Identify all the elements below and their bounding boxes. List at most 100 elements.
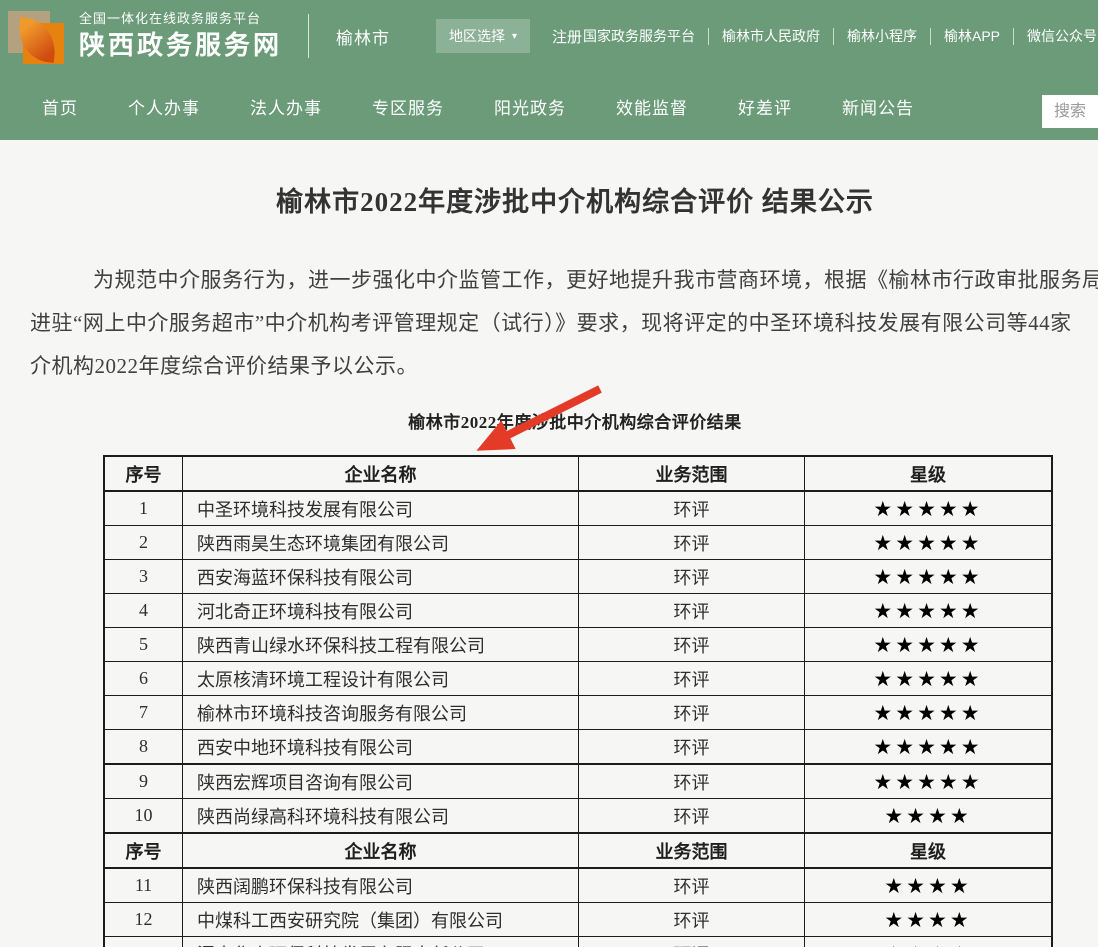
table-row: 8西安中地环境科技有限公司环评★★★★★ [104,730,1052,765]
business-scope: 环评 [579,696,805,730]
company-name: 陕西阔鹏环保科技有限公司 [183,868,579,903]
column-header: 业务范围 [579,833,805,868]
nav-item[interactable]: 个人办事 [128,94,200,119]
paragraph-line: 为规范中介服务行为，进一步强化中介监管工作，更好地提升我市营商环境，根据《榆林市… [30,259,1098,302]
star-rating: ★★★★★ [805,662,1053,696]
site-name: 陕西政务服务网 [79,29,282,62]
no: 3 [104,560,183,594]
page: 全国一体化在线政务服务平台 陕西政务服务网 榆林市 地区选择 ▾ 国家政务服务平… [0,0,1098,947]
nav-item[interactable]: 新闻公告 [842,94,914,119]
region-select-button[interactable]: 地区选择 ▾ [436,19,530,53]
search-input[interactable] [1042,95,1098,128]
top-link[interactable]: 榆林APP [931,26,1013,46]
business-scope: 环评 [579,662,805,696]
table-row: 1中圣环境科技发展有限公司环评★★★★★ [104,491,1052,526]
nav-item[interactable]: 好差评 [738,94,792,119]
current-city-label: 榆林市 [336,24,390,49]
company-name: 中圣环境科技发展有限公司 [183,491,579,526]
star-rating: ★★★★★ [805,526,1053,560]
company-name: 西安海蓝环保科技有限公司 [183,560,579,594]
no: 13 [104,937,183,947]
company-name: 河北奇正环境科技有限公司 [183,594,579,628]
brand-block: 全国一体化在线政务服务平台 陕西政务服务网 [79,11,282,62]
top-link[interactable]: 国家政务服务平台 [570,26,708,46]
table-row: 9陕西宏辉项目咨询有限公司环评★★★★★ [104,764,1052,799]
star-rating: ★★★★ [805,903,1053,937]
notice-paragraph: 为规范中介服务行为，进一步强化中介监管工作，更好地提升我市营商环境，根据《榆林市… [30,259,1098,388]
no: 9 [104,764,183,799]
no: 1 [104,491,183,526]
company-name: 渭南华山环保科技发展有限责任公司 [183,937,579,947]
star-rating: ★★★★★ [805,696,1053,730]
no: 2 [104,526,183,560]
business-scope: 环评 [579,594,805,628]
company-name: 中煤科工西安研究院（集团）有限公司 [183,903,579,937]
no: 10 [104,799,183,834]
business-scope: 环评 [579,868,805,903]
header-divider [308,14,309,58]
table-row: 5陕西青山绿水环保科技工程有限公司环评★★★★★ [104,628,1052,662]
paragraph-line: 进驻“网上中介服务超市”中介机构考评管理规定（试行）》要求，现将评定的中圣环境科… [30,302,1098,345]
column-header: 企业名称 [183,833,579,868]
site-header: 全国一体化在线政务服务平台 陕西政务服务网 榆林市 地区选择 ▾ 国家政务服务平… [0,0,1098,72]
platform-tagline: 全国一体化在线政务服务平台 [79,11,282,27]
column-header: 企业名称 [183,456,579,491]
company-name: 陕西宏辉项目咨询有限公司 [183,764,579,799]
table-row: 7榆林市环境科技咨询服务有限公司环评★★★★★ [104,696,1052,730]
region-select-label: 地区选择 [449,26,505,46]
nav-item[interactable]: 效能监督 [616,94,688,119]
page-title: 榆林市2022年度涉批中介机构综合评价 结果公示 [30,140,1098,219]
business-scope: 环评 [579,628,805,662]
table-row: 11陕西阔鹏环保科技有限公司环评★★★★ [104,868,1052,903]
main-nav: 首页 个人办事 法人办事 专区服务 阳光政务 效能监督 好差评 新闻公告 [0,72,1098,140]
no: 5 [104,628,183,662]
paragraph-line: 介机构2022年度综合评价结果予以公示。 [30,345,1098,388]
company-name: 陕西尚绿高科环境科技有限公司 [183,799,579,834]
star-rating: ★★★★ [805,799,1053,834]
table-row: 3西安海蓝环保科技有限公司环评★★★★★ [104,560,1052,594]
nav-item[interactable]: 首页 [42,94,78,119]
business-scope: 环评 [579,560,805,594]
business-scope: 环评 [579,491,805,526]
star-rating: ★★★★★ [805,730,1053,765]
table-row: 12中煤科工西安研究院（集团）有限公司环评★★★★ [104,903,1052,937]
table-row: 10陕西尚绿高科环境科技有限公司环评★★★★ [104,799,1052,834]
no: 12 [104,903,183,937]
column-header: 星级 [805,833,1053,868]
company-name: 陕西青山绿水环保科技工程有限公司 [183,628,579,662]
nav-item[interactable]: 法人办事 [250,94,322,119]
no: 8 [104,730,183,765]
business-scope: 环评 [579,730,805,765]
business-scope: 环评 [579,764,805,799]
table-header-row: 序号企业名称业务范围星级 [104,456,1052,491]
table-row: 13渭南华山环保科技发展有限责任公司环评★★★★ [104,937,1052,947]
column-header: 业务范围 [579,456,805,491]
top-links: 国家政务服务平台榆林市人民政府榆林小程序榆林APP微信公众号 [570,0,1098,72]
nav-items: 首页 个人办事 法人办事 专区服务 阳光政务 效能监督 好差评 新闻公告 [42,94,914,119]
nav-item[interactable]: 阳光政务 [494,94,566,119]
star-rating: ★★★★★ [805,560,1053,594]
no: 7 [104,696,183,730]
table-row: 2陕西雨昊生态环境集团有限公司环评★★★★★ [104,526,1052,560]
top-link[interactable]: 榆林小程序 [834,26,930,46]
star-rating: ★★★★★ [805,628,1053,662]
chevron-down-icon: ▾ [512,31,517,42]
company-name: 榆林市环境科技咨询服务有限公司 [183,696,579,730]
column-header: 序号 [104,833,183,868]
site-logo-icon [8,9,64,65]
table-header-row: 序号企业名称业务范围星级 [104,833,1052,868]
business-scope: 环评 [579,799,805,834]
star-rating: ★★★★★ [805,594,1053,628]
notice-content: 榆林市2022年度涉批中介机构综合评价 结果公示 为规范中介服务行为，进一步强化… [0,140,1098,947]
top-link[interactable]: 微信公众号 [1014,26,1098,46]
top-link[interactable]: 榆林市人民政府 [709,26,833,46]
nav-item[interactable]: 专区服务 [372,94,444,119]
business-scope: 环评 [579,903,805,937]
no: 6 [104,662,183,696]
company-name: 太原核清环境工程设计有限公司 [183,662,579,696]
star-rating: ★★★★ [805,868,1053,903]
table-row: 6太原核清环境工程设计有限公司环评★★★★★ [104,662,1052,696]
results-table: 序号企业名称业务范围星级1中圣环境科技发展有限公司环评★★★★★2陕西雨昊生态环… [103,455,1053,947]
table-caption: 榆林市2022年度涉批中介机构综合评价结果 [30,408,1098,433]
star-rating: ★★★★★ [805,491,1053,526]
